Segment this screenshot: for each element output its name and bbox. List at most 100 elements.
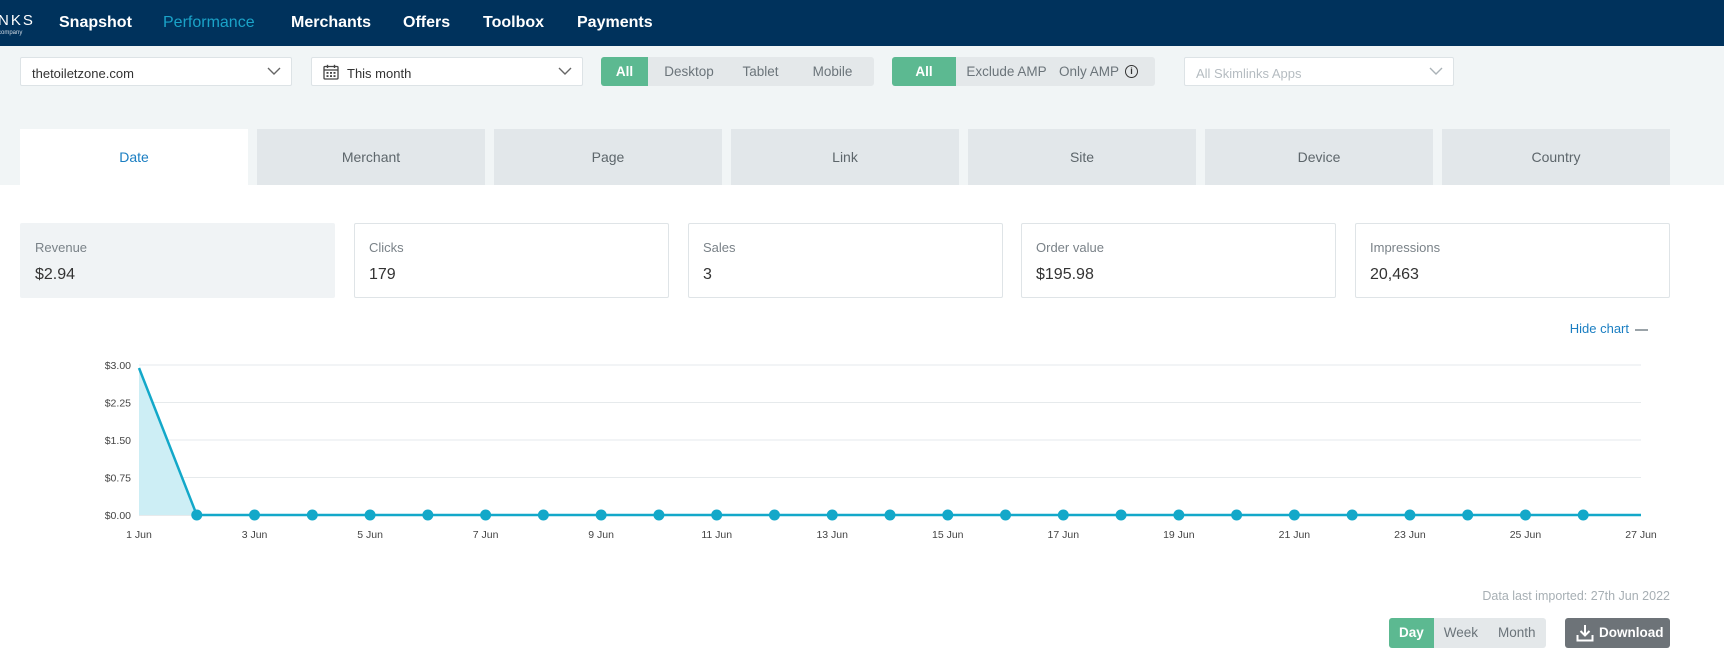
metric-label: Clicks xyxy=(369,240,404,255)
collapse-dash-icon xyxy=(1635,328,1648,331)
data-point xyxy=(1173,509,1185,521)
y-tick-label: $2.25 xyxy=(105,398,131,410)
site-select-value: thetoiletzone.com xyxy=(32,66,134,81)
nav-item-offers[interactable]: Offers xyxy=(403,14,450,32)
brand-logo[interactable]: NKS company xyxy=(0,12,35,36)
data-point xyxy=(1231,509,1243,521)
x-tick-label: 23 Jun xyxy=(1394,529,1426,541)
download-button[interactable]: Download xyxy=(1565,618,1670,648)
nav-item-toolbox[interactable]: Toolbox xyxy=(483,14,544,32)
data-point xyxy=(364,509,376,521)
metric-value: $195.98 xyxy=(1036,266,1094,283)
tab-country[interactable]: Country xyxy=(1442,129,1670,185)
hide-chart-label: Hide chart xyxy=(1569,321,1629,336)
data-point xyxy=(1519,509,1531,521)
tab-date[interactable]: Date xyxy=(20,129,248,185)
metric-card-clicks[interactable]: Clicks 179 xyxy=(354,223,669,298)
metric-value: 3 xyxy=(703,266,712,283)
brand-logo-text: NKS xyxy=(0,12,35,29)
nav-item-performance[interactable]: Performance xyxy=(163,14,255,32)
data-last-imported-text: Data last imported: 27th Jun 2022 xyxy=(1482,589,1670,603)
info-icon[interactable]: i xyxy=(1125,64,1139,78)
tab-link[interactable]: Link xyxy=(731,129,959,185)
metric-value: 179 xyxy=(369,266,396,283)
top-navigation-bar: NKS company Snapshot Performance Merchan… xyxy=(0,0,1724,46)
metric-label: Impressions xyxy=(1370,240,1441,255)
x-tick-label: 19 Jun xyxy=(1163,529,1195,541)
x-tick-label: 27 Jun xyxy=(1625,529,1657,541)
data-point xyxy=(826,509,838,521)
tab-merchant[interactable]: Merchant xyxy=(257,129,485,185)
data-point xyxy=(768,509,780,521)
chevron-down-icon xyxy=(1429,67,1443,75)
data-point xyxy=(1288,509,1300,521)
chevron-down-icon xyxy=(267,67,281,75)
x-tick-label: 11 Jun xyxy=(701,529,732,541)
download-label: Download xyxy=(1599,625,1664,640)
chevron-down-icon xyxy=(558,67,572,75)
data-point xyxy=(1404,509,1416,521)
granularity-option-day[interactable]: Day xyxy=(1389,618,1434,648)
calendar-icon xyxy=(323,64,339,80)
data-point xyxy=(306,509,318,521)
metric-card-revenue[interactable]: Revenue $2.94 xyxy=(20,223,335,298)
amp-option-only-amp[interactable]: Only AMP i xyxy=(1057,57,1155,86)
x-tick-label: 9 Jun xyxy=(588,529,614,541)
data-point xyxy=(1057,509,1069,521)
nav-item-merchants[interactable]: Merchants xyxy=(291,14,371,32)
tab-page[interactable]: Page xyxy=(494,129,722,185)
download-icon xyxy=(1576,625,1594,642)
hide-chart-link[interactable]: Hide chart xyxy=(1570,321,1648,336)
nav-item-snapshot[interactable]: Snapshot xyxy=(59,14,132,32)
data-point xyxy=(480,509,492,521)
period-select-value: This month xyxy=(347,66,412,81)
device-option-all[interactable]: All xyxy=(601,57,648,86)
period-select[interactable]: This month xyxy=(311,57,583,86)
x-tick-label: 5 Jun xyxy=(357,529,383,541)
apps-select[interactable]: All Skimlinks Apps xyxy=(1184,57,1454,86)
metric-value: $2.94 xyxy=(35,266,76,283)
x-tick-label: 17 Jun xyxy=(1048,529,1080,541)
amp-option-only-amp-label: Only AMP xyxy=(1059,64,1120,79)
data-point xyxy=(711,509,723,521)
metric-card-impressions[interactable]: Impressions 20,463 xyxy=(1355,223,1670,298)
device-option-mobile[interactable]: Mobile xyxy=(791,57,874,86)
x-tick-label: 25 Jun xyxy=(1510,529,1542,541)
x-tick-label: 21 Jun xyxy=(1279,529,1311,541)
granularity-toggle: Day Week Month xyxy=(1389,618,1546,648)
data-point xyxy=(1577,509,1589,521)
granularity-option-week[interactable]: Week xyxy=(1434,618,1488,648)
data-point xyxy=(1462,509,1474,521)
metric-label: Sales xyxy=(703,240,736,255)
y-tick-label: $1.50 xyxy=(105,435,131,447)
data-point xyxy=(1346,509,1358,521)
amp-filter: All Exclude AMP Only AMP i xyxy=(892,57,1155,86)
metric-card-sales[interactable]: Sales 3 xyxy=(688,223,1003,298)
revenue-line xyxy=(137,367,1641,517)
tab-device[interactable]: Device xyxy=(1205,129,1433,185)
x-tick-label: 13 Jun xyxy=(816,529,848,541)
y-tick-label: $3.00 xyxy=(105,360,131,372)
device-option-desktop[interactable]: Desktop xyxy=(648,57,730,86)
metric-label: Revenue xyxy=(35,240,88,255)
site-select[interactable]: thetoiletzone.com xyxy=(20,57,292,86)
amp-option-exclude-amp[interactable]: Exclude AMP xyxy=(956,57,1057,86)
data-point xyxy=(1000,509,1012,521)
metric-value: 20,463 xyxy=(1370,266,1419,283)
data-point xyxy=(191,509,203,521)
data-point xyxy=(884,509,896,521)
granularity-option-month[interactable]: Month xyxy=(1488,618,1546,648)
area-fill xyxy=(139,368,1641,515)
data-point xyxy=(595,509,607,521)
data-point xyxy=(537,509,549,521)
metric-label: Order value xyxy=(1036,240,1104,255)
tab-site[interactable]: Site xyxy=(968,129,1196,185)
device-option-tablet[interactable]: Tablet xyxy=(730,57,791,86)
x-tick-label: 15 Jun xyxy=(932,529,964,541)
amp-option-all[interactable]: All xyxy=(892,57,956,86)
device-filter: All Desktop Tablet Mobile xyxy=(601,57,874,86)
metric-card-order-value[interactable]: Order value $195.98 xyxy=(1021,223,1336,298)
data-point xyxy=(653,509,665,521)
data-point xyxy=(249,509,261,521)
nav-item-payments[interactable]: Payments xyxy=(577,14,653,32)
